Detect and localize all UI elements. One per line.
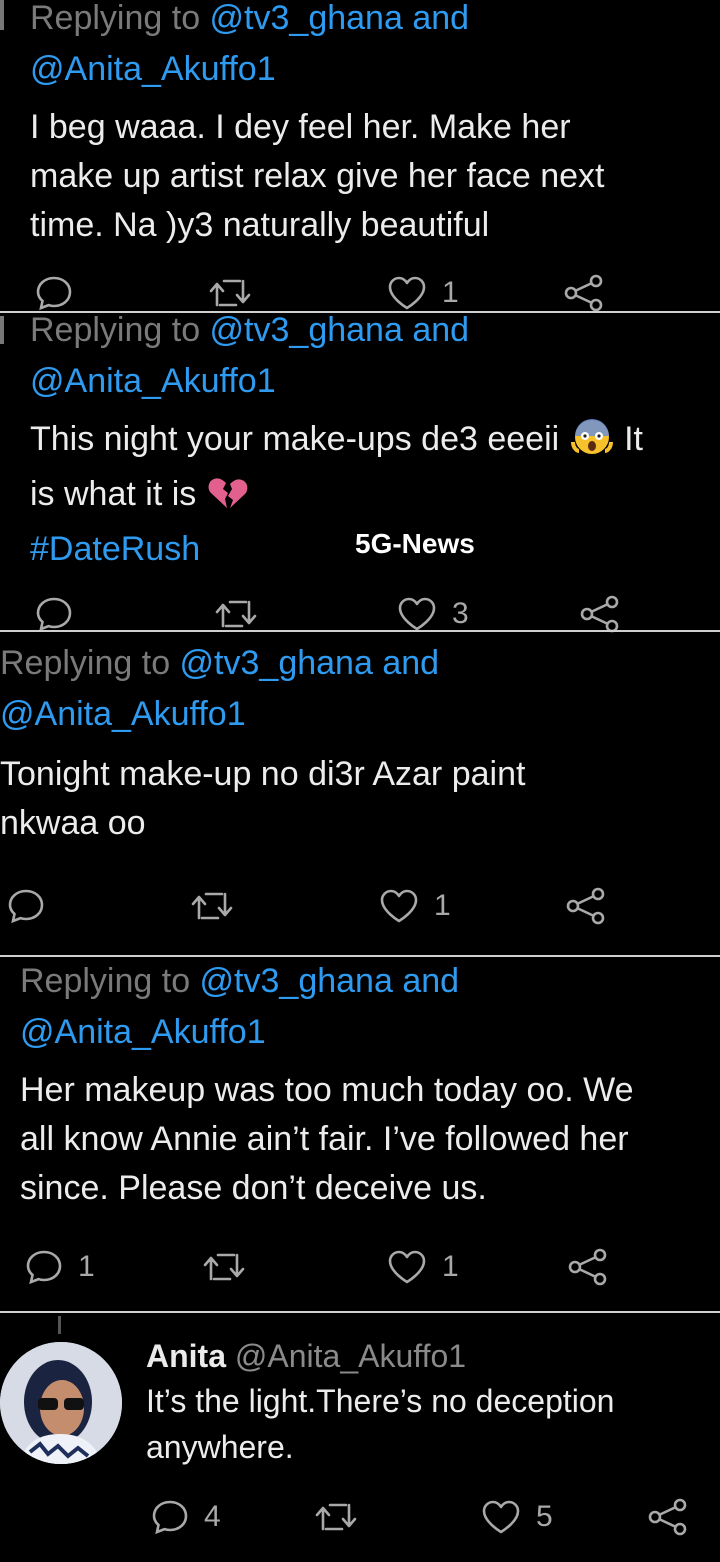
reply-handle-link[interactable]: @tv3_ghana and [200, 962, 460, 1000]
retweet-icon [202, 1247, 246, 1287]
divider [0, 630, 720, 632]
reply-button[interactable]: 4 [150, 1492, 221, 1542]
retweet-button[interactable] [202, 1242, 246, 1292]
reply-button[interactable]: 1 [24, 1242, 95, 1292]
reply-icon [6, 886, 46, 926]
profile-photo [0, 1342, 122, 1464]
reply-handle-link[interactable]: @Anita_Akuffo1 [20, 1007, 720, 1058]
tweet-text: It’s the light.There’s no deception anyw… [146, 1383, 615, 1465]
share-icon [564, 886, 608, 926]
share-button[interactable] [564, 881, 608, 931]
retweet-icon [214, 594, 258, 634]
thread-line [0, 316, 4, 344]
replying-to: Replying to @tv3_ghana and [30, 0, 605, 44]
reply-handle-link[interactable]: @Anita_Akuffo1 [0, 689, 525, 740]
reply-icon [34, 594, 74, 634]
like-button[interactable]: 1 [378, 881, 451, 931]
reply-handle-link[interactable]: @Anita_Akuffo1 [30, 44, 605, 95]
tweet-actions: 4 5 [0, 1492, 720, 1542]
share-icon [646, 1497, 690, 1537]
reply-icon [150, 1497, 190, 1537]
thread-line [0, 0, 4, 30]
like-button[interactable]: 5 [480, 1492, 553, 1542]
reply-handle-link[interactable]: @Anita_Akuffo1 [30, 356, 720, 407]
replying-label: Replying to [30, 311, 210, 349]
watermark: 5G-News [355, 528, 475, 559]
retweet-icon [190, 886, 234, 926]
avatar[interactable] [0, 1342, 122, 1464]
like-button[interactable]: 1 [386, 1242, 459, 1292]
broken-heart-emoji [206, 475, 250, 525]
retweet-icon [314, 1497, 358, 1537]
reply-handle-link[interactable]: @tv3_ghana and [210, 0, 470, 37]
replying-to: Replying to @tv3_ghana and [20, 956, 720, 1007]
like-icon [378, 886, 420, 926]
author-handle[interactable]: @Anita_Akuffo1 [235, 1338, 466, 1374]
reply-handle-link[interactable]: @tv3_ghana and [180, 644, 440, 682]
reply-handle-link[interactable]: @tv3_ghana and [210, 311, 470, 349]
replying-to: Replying to @tv3_ghana and [0, 638, 525, 689]
reply-icon [24, 1247, 64, 1287]
replying-label: Replying to [30, 0, 210, 37]
fearful-face-emoji [569, 416, 615, 470]
share-icon [578, 594, 622, 634]
tweet-text: Her makeup was too much today oo. We all… [20, 1071, 634, 1207]
retweet-button[interactable] [314, 1492, 358, 1542]
reply-button[interactable] [6, 881, 60, 931]
tweet-text: I beg waaa. I dey feel her. Make her mak… [30, 108, 605, 244]
tweet-text: Tonight make-up no di3r Azar paint nkwaa… [0, 755, 526, 842]
divider [0, 1311, 720, 1313]
thread-line [58, 1316, 61, 1334]
share-icon [566, 1247, 610, 1287]
replying-label: Replying to [20, 962, 200, 1000]
like-icon [396, 594, 438, 634]
share-button[interactable] [566, 1242, 610, 1292]
tweet-actions: 1 [0, 881, 720, 931]
share-button[interactable] [646, 1492, 690, 1542]
author-reply[interactable]: Anita @Anita_Akuffo1 It’s the light.Ther… [146, 1334, 614, 1470]
replying-label: Replying to [0, 644, 180, 682]
like-icon [386, 1247, 428, 1287]
retweet-button[interactable] [190, 881, 234, 931]
replying-to: Replying to @tv3_ghana and [30, 305, 720, 356]
author-name[interactable]: Anita [146, 1338, 226, 1374]
tweet-actions: 1 1 [0, 1242, 720, 1292]
like-icon [480, 1497, 522, 1537]
